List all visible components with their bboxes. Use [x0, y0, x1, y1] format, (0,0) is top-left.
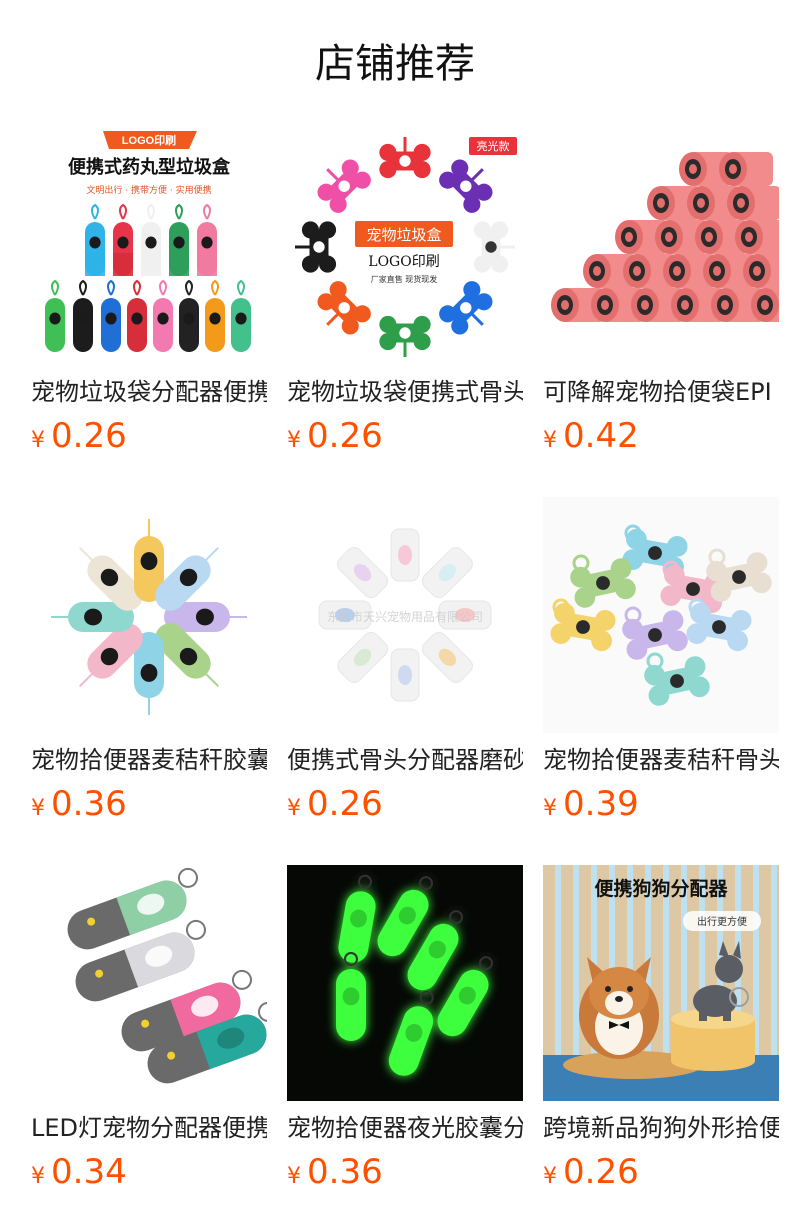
- product-card[interactable]: 东莞市天兴宠物用品有限公司 便携式骨头分配器磨砂 ¥0.26: [287, 497, 523, 827]
- product-image-glow-capsules[interactable]: [287, 865, 523, 1101]
- svg-text:便携狗狗分配器: 便携狗狗分配器: [594, 877, 728, 900]
- svg-text:LOGO印刷: LOGO印刷: [122, 134, 176, 147]
- product-card[interactable]: 亮光款 宠物垃圾盒 LOGO印刷 厂家直售 现货现发 宠物垃圾袋便携式骨头分配器…: [287, 129, 523, 459]
- product-price: ¥0.26: [543, 1152, 639, 1192]
- section-title: 店铺推荐: [315, 41, 475, 87]
- svg-text:东莞市天兴宠物用品有限公司: 东莞市天兴宠物用品有限公司: [327, 609, 483, 624]
- product-card[interactable]: LOGO印刷 便携式药丸型垃圾盒 文明出行 · 携带方便 · 实用便携 宠物垃圾…: [31, 129, 267, 459]
- product-price: ¥0.42: [543, 416, 639, 456]
- svg-text:亮光款: 亮光款: [477, 139, 510, 153]
- product-image-pill-dispensers[interactable]: LOGO印刷 便携式药丸型垃圾盒 文明出行 · 携带方便 · 实用便携: [31, 129, 267, 365]
- product-title[interactable]: 宠物垃圾袋便携式骨头分配器: [287, 375, 523, 409]
- product-price: ¥0.39: [543, 784, 639, 824]
- shop-recommend-page: 店铺推荐 LOGO印刷 便携式药丸型垃圾盒 文明出行 · 携带方便 · 实用便携…: [0, 0, 790, 1232]
- product-image-bone-ring[interactable]: 亮光款 宠物垃圾盒 LOGO印刷 厂家直售 现货现发: [287, 129, 523, 365]
- product-title[interactable]: 宠物拾便器麦秸秆骨头分配器: [543, 743, 779, 777]
- product-title[interactable]: 便携式骨头分配器磨砂: [287, 743, 523, 777]
- product-title[interactable]: LED灯宠物分配器便携式: [31, 1111, 267, 1145]
- product-card[interactable]: 宠物拾便器夜光胶囊分配器 ¥0.36: [287, 865, 523, 1195]
- product-price: ¥0.34: [31, 1152, 127, 1192]
- product-image-capsule-flower[interactable]: [31, 497, 267, 733]
- product-card[interactable]: 可降解宠物拾便袋EPI ¥0.42: [543, 129, 779, 459]
- product-price: ¥0.26: [287, 416, 383, 456]
- product-image-pastel-bones[interactable]: [543, 497, 779, 733]
- product-price: ¥0.36: [287, 1152, 383, 1192]
- svg-text:出行更方便: 出行更方便: [697, 915, 747, 928]
- product-card[interactable]: 宠物拾便器麦秸秆胶囊分配器 ¥0.36: [31, 497, 267, 827]
- product-card[interactable]: 宠物拾便器麦秸秆骨头分配器 ¥0.39: [543, 497, 779, 827]
- svg-text:宠物垃圾盒: 宠物垃圾盒: [366, 226, 441, 244]
- svg-text:文明出行 · 携带方便 · 实用便携: 文明出行 · 携带方便 · 实用便携: [86, 184, 211, 196]
- svg-text:厂家直售 现货现发: 厂家直售 现货现发: [371, 274, 438, 284]
- product-price: ¥0.26: [31, 416, 127, 456]
- product-image-led-dispensers[interactable]: [31, 865, 267, 1101]
- product-title[interactable]: 宠物拾便器夜光胶囊分配器: [287, 1111, 523, 1145]
- product-image-dog-dispenser[interactable]: 便携狗狗分配器 出行更方便: [543, 865, 779, 1101]
- product-price: ¥0.36: [31, 784, 127, 824]
- svg-text:便携式药丸型垃圾盒: 便携式药丸型垃圾盒: [68, 156, 231, 178]
- product-card[interactable]: LED灯宠物分配器便携式 ¥0.34: [31, 865, 267, 1195]
- product-card[interactable]: 便携狗狗分配器 出行更方便 跨境新品狗狗外形拾便器 ¥0.26: [543, 865, 779, 1195]
- product-image-frosted-bones[interactable]: 东莞市天兴宠物用品有限公司: [287, 497, 523, 733]
- product-title[interactable]: 可降解宠物拾便袋EPI: [543, 375, 779, 409]
- product-title[interactable]: 跨境新品狗狗外形拾便器: [543, 1111, 779, 1145]
- product-title[interactable]: 宠物拾便器麦秸秆胶囊分配器: [31, 743, 267, 777]
- product-price: ¥0.26: [287, 784, 383, 824]
- product-title[interactable]: 宠物垃圾袋分配器便携式药丸型垃圾盒: [31, 375, 267, 409]
- product-image-bag-rolls[interactable]: [543, 129, 779, 365]
- svg-text:LOGO印刷: LOGO印刷: [368, 254, 439, 270]
